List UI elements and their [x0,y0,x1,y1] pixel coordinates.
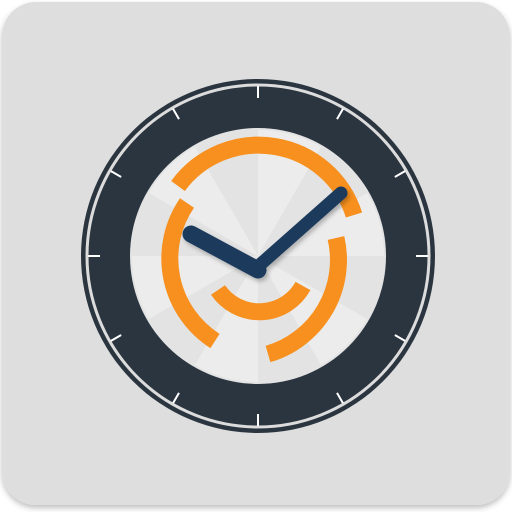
clock-app-icon[interactable] [0,0,512,512]
clock-icon-svg [2,2,510,505]
